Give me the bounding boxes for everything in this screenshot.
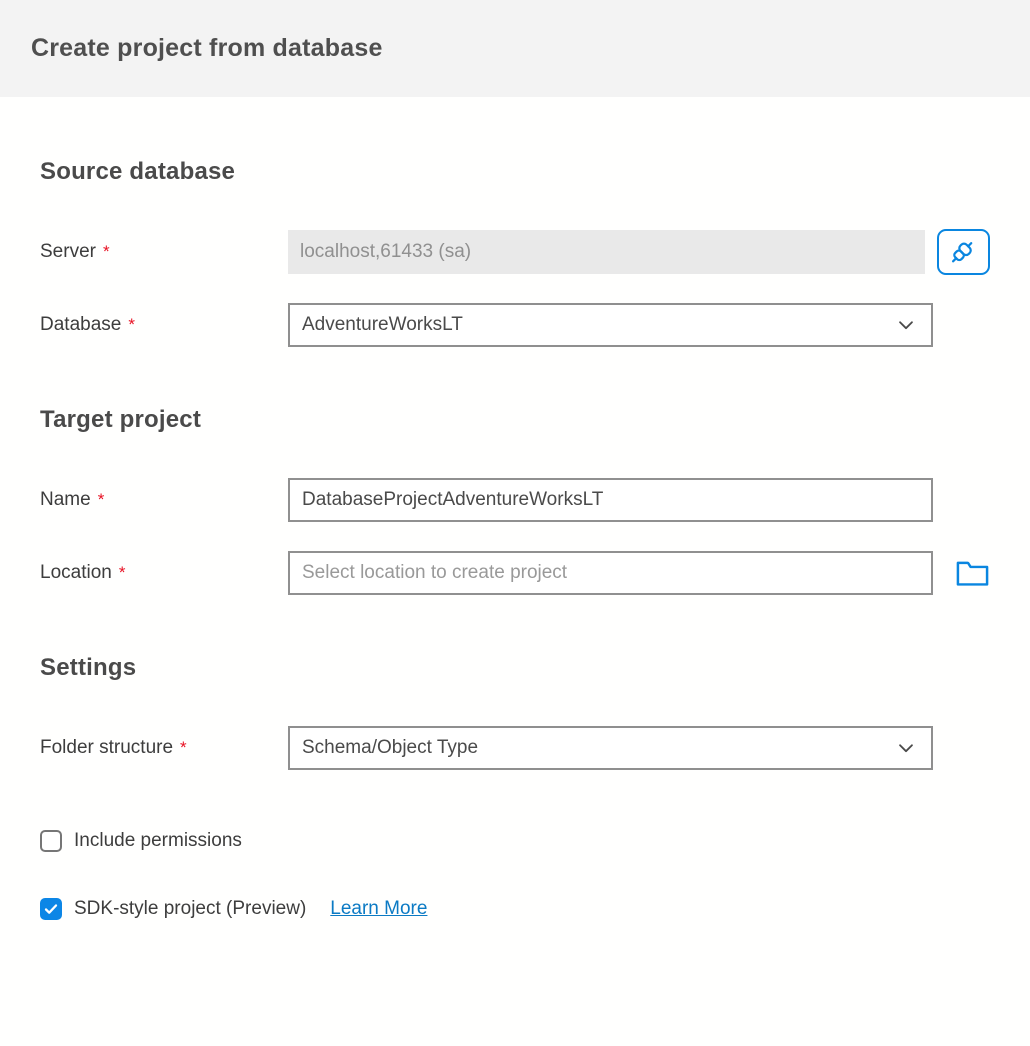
sdk-style-checkbox[interactable] (40, 898, 62, 920)
location-label-text: Location (40, 562, 112, 583)
required-asterisk: * (103, 242, 110, 261)
location-input[interactable] (288, 551, 933, 595)
folder-structure-dropdown-value: Schema/Object Type (302, 737, 478, 759)
learn-more-link[interactable]: Learn More (330, 898, 427, 920)
database-label-text: Database (40, 314, 121, 335)
sdk-style-label[interactable]: SDK-style project (Preview) (74, 898, 306, 920)
dialog-header: Create project from database (0, 0, 1030, 97)
location-row: Location * (40, 551, 990, 595)
connect-server-button[interactable] (937, 229, 990, 275)
checkmark-icon (43, 901, 59, 917)
section-heading-settings: Settings (40, 653, 990, 683)
server-row: Server * (40, 229, 990, 275)
chevron-down-icon (895, 314, 917, 336)
section-heading-target-project: Target project (40, 405, 990, 435)
dialog-title: Create project from database (31, 34, 383, 63)
include-permissions-row: Include permissions (40, 830, 990, 852)
database-dropdown[interactable]: AdventureWorksLT (288, 303, 933, 347)
database-row: Database * AdventureWorksLT (40, 303, 990, 347)
name-label-text: Name (40, 489, 91, 510)
include-permissions-checkbox[interactable] (40, 830, 62, 852)
folder-structure-dropdown[interactable]: Schema/Object Type (288, 726, 933, 770)
folder-icon (955, 558, 990, 589)
database-dropdown-value: AdventureWorksLT (302, 314, 463, 336)
folder-structure-row: Folder structure * Schema/Object Type (40, 726, 990, 770)
section-heading-source-database: Source database (40, 157, 990, 187)
server-label: Server * (40, 241, 288, 263)
server-input (288, 230, 925, 274)
folder-structure-label: Folder structure * (40, 737, 288, 759)
database-label: Database * (40, 314, 288, 336)
browse-folder-button[interactable] (955, 558, 990, 589)
sdk-style-row: SDK-style project (Preview) Learn More (40, 898, 990, 920)
plug-icon (948, 237, 978, 267)
required-asterisk: * (180, 738, 187, 757)
required-asterisk: * (98, 490, 105, 509)
dialog-body: Source database Server * Database * (0, 157, 1030, 920)
folder-structure-label-text: Folder structure (40, 737, 173, 758)
chevron-down-icon (895, 737, 917, 759)
project-name-input[interactable] (288, 478, 933, 522)
checkmark-icon (43, 833, 59, 849)
location-label: Location * (40, 562, 288, 584)
name-label: Name * (40, 489, 288, 511)
required-asterisk: * (119, 563, 126, 582)
name-row: Name * (40, 478, 990, 522)
server-label-text: Server (40, 241, 96, 262)
required-asterisk: * (128, 315, 135, 334)
include-permissions-label[interactable]: Include permissions (74, 830, 242, 852)
